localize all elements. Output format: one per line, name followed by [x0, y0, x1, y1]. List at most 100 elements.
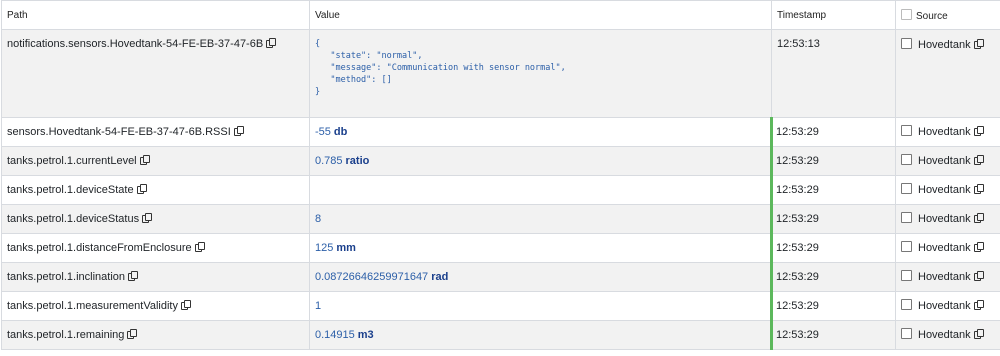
- copy-icon[interactable]: [973, 184, 984, 195]
- column-header-path[interactable]: Path: [1, 0, 310, 30]
- path-text: notifications.sensors.Hovedtank-54-FE-EB…: [7, 38, 264, 50]
- source-label: Hovedtank: [918, 242, 971, 255]
- column-header-value[interactable]: Value: [309, 0, 772, 30]
- source-label: Hovedtank: [918, 184, 971, 197]
- column-header-timestamp[interactable]: Timestamp: [771, 0, 896, 30]
- json-value: { "state": "normal", "message": "Communi…: [315, 39, 566, 97]
- copy-icon[interactable]: [139, 155, 150, 165]
- select-all-sources-checkbox[interactable]: [901, 8, 912, 20]
- source-label: Hovedtank: [918, 213, 971, 226]
- source-label: Hovedtank: [918, 271, 971, 284]
- timestamp-cell: 12:53:29: [770, 262, 896, 292]
- source-checkbox[interactable]: [901, 183, 912, 195]
- unit-text: m3: [357, 329, 374, 341]
- value-cell: [309, 175, 772, 205]
- unit-text: db: [333, 126, 348, 138]
- copy-icon[interactable]: [181, 300, 191, 310]
- path-text: tanks.petrol.1.deviceState: [7, 184, 134, 196]
- path-cell: sensors.Hovedtank-54-FE-EB-37-47-6B.RSSI: [1, 117, 310, 147]
- copy-icon[interactable]: [233, 126, 244, 136]
- value-cell: 0.08726646259971647 rad: [309, 262, 772, 292]
- table-row: tanks.petrol.1.inclination 0.08726646259…: [1, 262, 1000, 292]
- value-cell: 8: [309, 204, 772, 234]
- source-label: Hovedtank: [918, 126, 971, 139]
- path-cell: tanks.petrol.1.inclination: [1, 262, 310, 292]
- unit-text: mm: [336, 242, 356, 254]
- copy-icon[interactable]: [127, 329, 138, 339]
- copy-icon[interactable]: [973, 155, 984, 166]
- table-row: tanks.petrol.1.currentLevel 0.785 ratio 1…: [1, 146, 1000, 176]
- copy-icon[interactable]: [266, 38, 277, 48]
- value-text: 0.14915: [315, 329, 355, 341]
- value-text: 0.08726646259971647: [315, 271, 429, 283]
- table-row: tanks.petrol.1.deviceState 12:53:29 Hove…: [1, 175, 1000, 205]
- source-label: Hovedtank: [918, 329, 971, 342]
- path-text: tanks.petrol.1.measurementValidity: [7, 300, 178, 312]
- value-text: -55: [315, 126, 331, 138]
- unit-text: ratio: [345, 155, 370, 167]
- source-cell: Hovedtank: [895, 291, 1000, 321]
- timestamp-cell: 12:53:29: [770, 204, 896, 234]
- copy-icon[interactable]: [973, 271, 984, 282]
- path-cell: tanks.petrol.1.distanceFromEnclosure: [1, 233, 310, 263]
- copy-icon[interactable]: [194, 242, 205, 252]
- path-cell: tanks.petrol.1.currentLevel: [1, 146, 310, 176]
- source-checkbox[interactable]: [901, 154, 912, 166]
- copy-icon[interactable]: [973, 242, 984, 253]
- source-label: Hovedtank: [918, 300, 971, 313]
- source-cell: Hovedtank: [895, 146, 1000, 176]
- column-header-source[interactable]: Source: [895, 0, 1000, 30]
- source-checkbox[interactable]: [901, 270, 912, 282]
- source-cell: Hovedtank: [895, 204, 1000, 234]
- copy-icon[interactable]: [973, 300, 984, 311]
- value-cell: 1: [309, 291, 772, 321]
- copy-icon[interactable]: [136, 184, 147, 194]
- source-checkbox[interactable]: [901, 299, 912, 311]
- value-cell: { "state": "normal", "message": "Communi…: [309, 29, 772, 118]
- source-label: Hovedtank: [918, 39, 971, 52]
- source-cell: Hovedtank: [895, 175, 1000, 205]
- copy-icon[interactable]: [128, 271, 139, 281]
- value-cell: 0.14915 m3: [309, 320, 772, 350]
- copy-icon[interactable]: [142, 213, 153, 223]
- timestamp-cell: 12:53:29: [770, 291, 896, 321]
- table-row: tanks.petrol.1.distanceFromEnclosure 125…: [1, 233, 1000, 263]
- value-cell: 125 mm: [309, 233, 772, 263]
- path-text: tanks.petrol.1.currentLevel: [7, 155, 137, 167]
- source-label: Hovedtank: [918, 155, 971, 168]
- value-text: 0.785: [315, 155, 343, 167]
- copy-icon[interactable]: [973, 126, 984, 137]
- source-checkbox[interactable]: [901, 38, 912, 49]
- timestamp-cell: 12:53:13: [771, 29, 896, 118]
- table-row: tanks.petrol.1.measurementValidity 1 12:…: [1, 291, 1000, 321]
- source-checkbox[interactable]: [901, 241, 912, 253]
- value-text: 125: [315, 242, 334, 254]
- source-checkbox[interactable]: [901, 212, 912, 224]
- path-text: tanks.petrol.1.inclination: [7, 271, 126, 283]
- table-header: Path Value Timestamp Source: [1, 0, 1000, 30]
- copy-icon[interactable]: [973, 213, 984, 224]
- source-cell: Hovedtank: [895, 320, 1000, 350]
- data-browser-table: Path Value Timestamp Source notification…: [1, 0, 1000, 350]
- source-header-label: Source: [916, 10, 948, 22]
- timestamp-cell: 12:53:29: [770, 233, 896, 263]
- path-text: tanks.petrol.1.remaining: [7, 329, 125, 341]
- path-text: tanks.petrol.1.deviceStatus: [7, 213, 140, 225]
- source-cell: Hovedtank: [895, 233, 1000, 263]
- source-cell: Hovedtank: [895, 262, 1000, 292]
- timestamp-cell: 12:53:29: [770, 175, 896, 205]
- copy-icon[interactable]: [973, 329, 984, 340]
- timestamp-cell: 12:53:29: [770, 320, 896, 350]
- copy-icon[interactable]: [973, 39, 984, 49]
- value-cell: -55 db: [309, 117, 772, 147]
- value-cell: 0.785 ratio: [309, 146, 772, 176]
- source-checkbox[interactable]: [901, 328, 912, 340]
- path-cell: tanks.petrol.1.deviceStatus: [1, 204, 310, 234]
- source-cell: Hovedtank: [895, 29, 1000, 118]
- unit-text: rad: [431, 271, 449, 283]
- value-text: 8: [315, 213, 322, 225]
- table-row: notifications.sensors.Hovedtank-54-FE-EB…: [1, 29, 1000, 118]
- table-row: tanks.petrol.1.deviceStatus 8 12:53:29 H…: [1, 204, 1000, 234]
- value-text: 1: [315, 300, 322, 312]
- source-checkbox[interactable]: [901, 125, 912, 137]
